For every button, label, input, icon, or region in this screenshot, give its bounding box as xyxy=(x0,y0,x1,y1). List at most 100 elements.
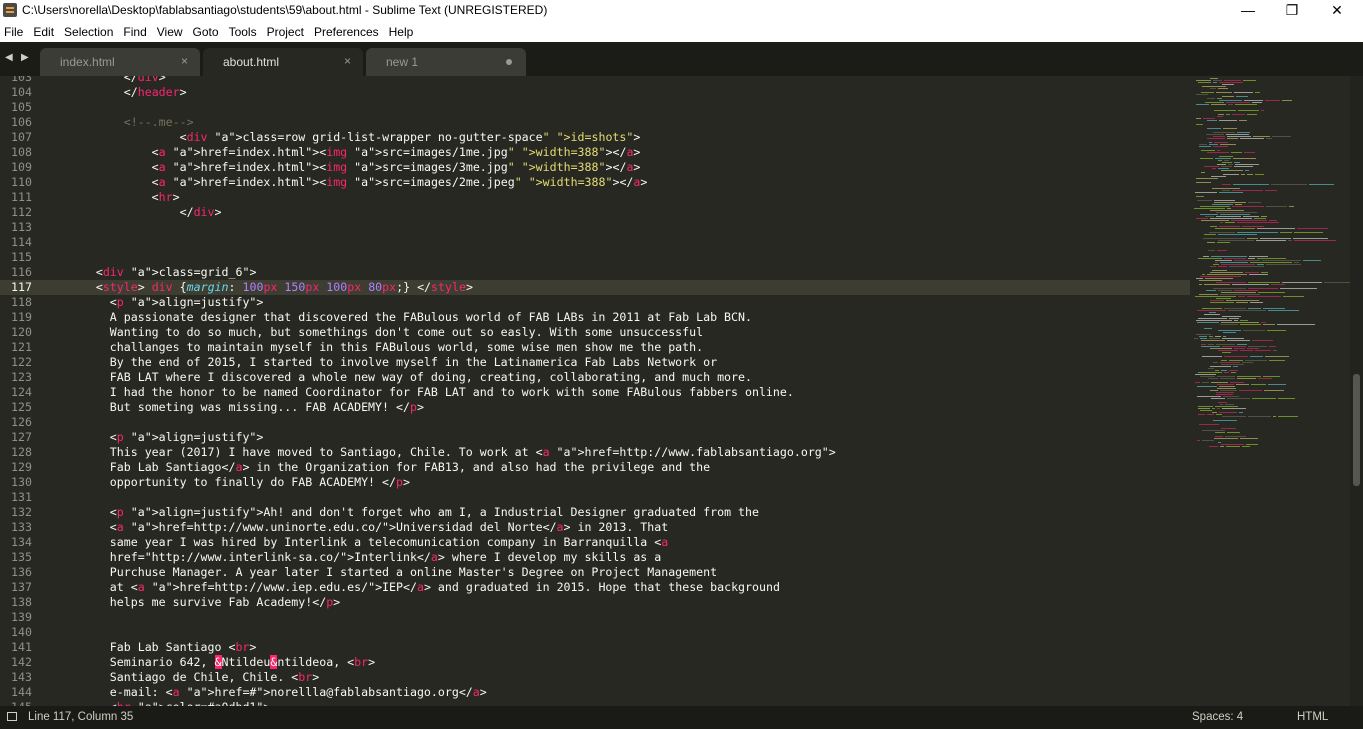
code-line[interactable]: 123 FAB LAT where I discovered a whole n… xyxy=(0,370,1190,385)
code-text[interactable]: Santiago de Chile, Chile. <br> xyxy=(40,670,319,685)
close-window-button[interactable]: ✕ xyxy=(1314,0,1360,22)
code-line[interactable]: 105 xyxy=(0,100,1190,115)
indentation-setting[interactable]: Spaces: 4 xyxy=(1192,711,1243,723)
code-line[interactable]: 125 But someting was missing... FAB ACAD… xyxy=(0,400,1190,415)
code-line[interactable]: 129 Fab Lab Santiago</a> in the Organiza… xyxy=(0,460,1190,475)
code-line[interactable]: 115 xyxy=(0,250,1190,265)
code-line[interactable]: 104 </header> xyxy=(0,85,1190,100)
code-line[interactable]: 144 e-mail: <a "a">href=#">norellla@fabl… xyxy=(0,685,1190,700)
code-line[interactable]: 112 </div> xyxy=(0,205,1190,220)
code-text[interactable]: <a "a">href=index.html"><img "a">src=ima… xyxy=(40,145,641,160)
code-line[interactable]: 108 <a "a">href=index.html"><img "a">src… xyxy=(0,145,1190,160)
menu-preferences[interactable]: Preferences xyxy=(309,22,384,42)
syntax-mode[interactable]: HTML xyxy=(1297,711,1328,723)
code-line[interactable]: 131 xyxy=(0,490,1190,505)
code-text[interactable]: But someting was missing... FAB ACADEMY!… xyxy=(40,400,424,415)
menu-edit[interactable]: Edit xyxy=(28,22,59,42)
maximize-button[interactable]: ❐ xyxy=(1269,0,1315,22)
code-line[interactable]: 119 A passionate designer that discovere… xyxy=(0,310,1190,325)
code-editor[interactable]: 103 </div> 104 </header> 105 106 <!--.me-->… xyxy=(0,76,1190,706)
code-text[interactable]: <p "a">align=justify"> xyxy=(40,430,264,445)
code-line[interactable]: 107 <div "a">class=row grid-list-wrapper… xyxy=(0,130,1190,145)
code-text[interactable]: FAB LAT where I discovered a whole new w… xyxy=(40,370,752,385)
code-text[interactable]: <a "a">href=http://www.uninorte.edu.co/"… xyxy=(40,520,668,535)
code-text[interactable]: <a "a">href=index.html"><img "a">src=ima… xyxy=(40,175,648,190)
code-text[interactable]: Fab Lab Santiago <br> xyxy=(40,640,257,655)
code-line[interactable]: 135 href="http://www.interlink-sa.co/">I… xyxy=(0,550,1190,565)
code-text[interactable]: <hr> xyxy=(40,190,180,205)
code-line[interactable]: 109 <a "a">href=index.html"><img "a">src… xyxy=(0,160,1190,175)
menu-find[interactable]: Find xyxy=(118,22,151,42)
minimap[interactable] xyxy=(1190,76,1350,706)
code-text[interactable]: challanges to maintain myself in this FA… xyxy=(40,340,703,355)
code-line[interactable]: 114 xyxy=(0,235,1190,250)
vertical-scrollbar[interactable] xyxy=(1350,76,1363,706)
code-text[interactable]: </div> xyxy=(40,205,222,220)
menu-project[interactable]: Project xyxy=(262,22,309,42)
code-text[interactable]: </header> xyxy=(40,85,187,100)
scrollbar-thumb[interactable] xyxy=(1353,374,1360,486)
menu-selection[interactable]: Selection xyxy=(59,22,118,42)
code-line[interactable]: 138 helps me survive Fab Academy!</p> xyxy=(0,595,1190,610)
menu-view[interactable]: View xyxy=(152,22,188,42)
tab-close-icon[interactable]: × xyxy=(181,54,188,68)
menu-goto[interactable]: Goto xyxy=(188,22,224,42)
code-line[interactable]: 136 Purchuse Manager. A year later I sta… xyxy=(0,565,1190,580)
code-text[interactable]: <p "a">align=justify"> xyxy=(40,295,264,310)
code-line[interactable]: 132 <p "a">align=justify">Ah! and don't … xyxy=(0,505,1190,520)
code-line[interactable]: 127 <p "a">align=justify"> xyxy=(0,430,1190,445)
tab-new-1[interactable]: new 1 xyxy=(366,48,526,76)
code-line[interactable]: 141 Fab Lab Santiago <br> xyxy=(0,640,1190,655)
code-line[interactable]: 110 <a "a">href=index.html"><img "a">src… xyxy=(0,175,1190,190)
code-line[interactable]: 130 opportunity to finally do FAB ACADEM… xyxy=(0,475,1190,490)
code-line[interactable]: 133 <a "a">href=http://www.uninorte.edu.… xyxy=(0,520,1190,535)
code-text[interactable]: <div "a">class=row grid-list-wrapper no-… xyxy=(40,130,641,145)
code-line[interactable]: 124 I had the honor to be named Coordina… xyxy=(0,385,1190,400)
code-line[interactable]: 128 This year (2017) I have moved to San… xyxy=(0,445,1190,460)
panel-toggle-icon[interactable] xyxy=(7,712,17,721)
code-text[interactable]: Purchuse Manager. A year later I started… xyxy=(40,565,717,580)
tab-index-html[interactable]: index.html × xyxy=(40,48,200,76)
code-text[interactable]: at <a "a">href=http://www.iep.edu.es/">I… xyxy=(40,580,780,595)
code-line[interactable]: 122 By the end of 2015, I started to inv… xyxy=(0,355,1190,370)
code-text[interactable]: </div> xyxy=(40,76,166,85)
code-text[interactable]: opportunity to finally do FAB ACADEMY! <… xyxy=(40,475,410,490)
code-text[interactable]: <p "a">align=justify">Ah! and don't forg… xyxy=(40,505,759,520)
code-line[interactable]: 103 </div> xyxy=(0,76,1190,85)
code-line[interactable]: 143 Santiago de Chile, Chile. <br> xyxy=(0,670,1190,685)
code-line[interactable]: 117 <style> div {margin: 100px 150px 100… xyxy=(0,280,1190,295)
code-text[interactable]: Fab Lab Santiago</a> in the Organization… xyxy=(40,460,710,475)
code-line[interactable]: 118 <p "a">align=justify"> xyxy=(0,295,1190,310)
code-line[interactable]: 120 Wanting to do so much, but something… xyxy=(0,325,1190,340)
code-line[interactable]: 142 Seminario 642, &Ntildeu&ntildeoa, <b… xyxy=(0,655,1190,670)
tab-about-html[interactable]: about.html × xyxy=(203,48,363,76)
code-line[interactable]: 139 xyxy=(0,610,1190,625)
code-text[interactable]: <style> div {margin: 100px 150px 100px 8… xyxy=(40,280,473,295)
code-text[interactable]: A passionate designer that discovered th… xyxy=(40,310,752,325)
code-line[interactable]: 113 xyxy=(0,220,1190,235)
code-text[interactable]: <a "a">href=index.html"><img "a">src=ima… xyxy=(40,160,641,175)
menu-help[interactable]: Help xyxy=(384,22,419,42)
code-text[interactable]: Seminario 642, &Ntildeu&ntildeoa, <br> xyxy=(40,655,375,670)
code-text[interactable]: By the end of 2015, I started to involve… xyxy=(40,355,717,370)
code-line[interactable]: 106 <!--.me--> xyxy=(0,115,1190,130)
code-line[interactable]: 137 at <a "a">href=http://www.iep.edu.es… xyxy=(0,580,1190,595)
tab-back-arrow-icon[interactable]: ◀ xyxy=(5,52,13,63)
code-text[interactable]: href="http://www.interlink-sa.co/">Inter… xyxy=(40,550,661,565)
code-text[interactable]: I had the honor to be named Coordinator … xyxy=(40,385,794,400)
code-line[interactable]: 140 xyxy=(0,625,1190,640)
code-text[interactable]: This year (2017) I have moved to Santiag… xyxy=(40,445,836,460)
code-text[interactable]: <div "a">class=grid_6"> xyxy=(40,265,257,280)
minimize-button[interactable]: — xyxy=(1225,0,1271,22)
code-text[interactable]: <!--.me--> xyxy=(40,115,194,130)
menu-file[interactable]: File xyxy=(0,22,28,42)
code-line[interactable]: 126 xyxy=(0,415,1190,430)
code-line[interactable]: 121 challanges to maintain myself in thi… xyxy=(0,340,1190,355)
code-text[interactable]: helps me survive Fab Academy!</p> xyxy=(40,595,340,610)
code-line[interactable]: 116 <div "a">class=grid_6"> xyxy=(0,265,1190,280)
code-text[interactable]: Wanting to do so much, but somethings do… xyxy=(40,325,703,340)
tab-close-icon[interactable]: × xyxy=(344,54,351,68)
code-line[interactable]: 111 <hr> xyxy=(0,190,1190,205)
code-line[interactable]: 134 same year I was hired by Interlink a… xyxy=(0,535,1190,550)
menu-tools[interactable]: Tools xyxy=(224,22,262,42)
